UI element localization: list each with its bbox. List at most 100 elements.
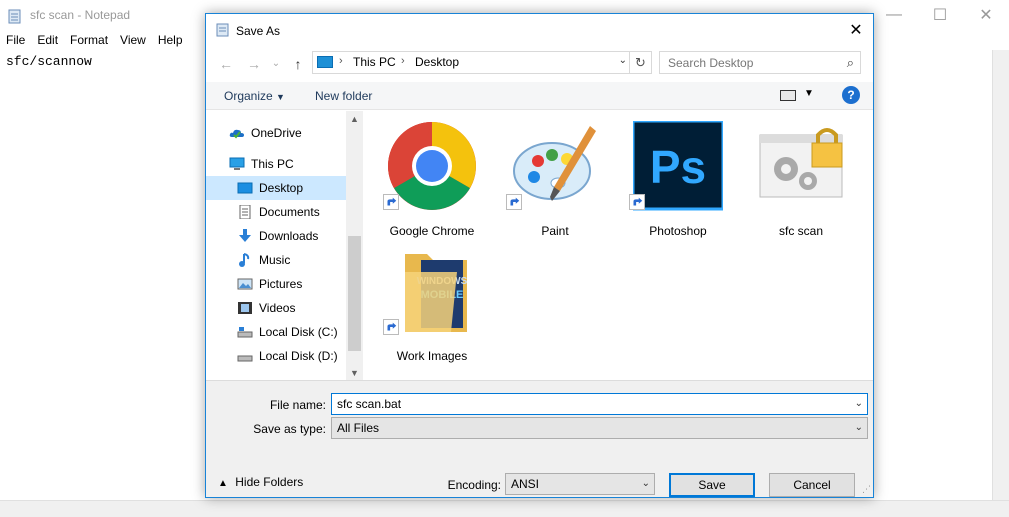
shortcut-arrow-icon (383, 319, 399, 335)
notepad-text-area[interactable]: sfc/scannow (6, 54, 92, 69)
file-label: Photoshop (649, 224, 707, 238)
chevron-down-icon[interactable]: ⌄ (855, 422, 863, 433)
nav-label: OneDrive (251, 126, 302, 140)
organize-button[interactable]: Organize ▼ (224, 89, 285, 103)
nav-label: Local Disk (D:) (259, 349, 338, 363)
nav-item-desktop[interactable]: Desktop (206, 176, 346, 200)
encoding-dropdown[interactable]: ANSI ⌄ (505, 473, 655, 495)
nav-label: Pictures (259, 277, 303, 291)
navigation-pane-scrollbar[interactable]: ▲ ▼ (346, 111, 363, 381)
menu-file[interactable]: File (0, 30, 31, 50)
help-icon[interactable]: ? (842, 86, 860, 104)
breadcrumb-this-pc[interactable]: This PC (353, 55, 396, 69)
maximize-button[interactable]: ☐ (917, 0, 963, 30)
scrollbar-thumb[interactable] (348, 236, 361, 351)
nav-item-music[interactable]: Music (206, 248, 346, 272)
notepad-title: sfc scan - Notepad (30, 8, 131, 22)
chrome-icon (388, 122, 476, 210)
chevron-right-icon[interactable]: › (401, 55, 405, 67)
dialog-close-button[interactable]: ✕ (839, 14, 873, 46)
menu-edit[interactable]: Edit (31, 30, 64, 50)
caret-down-icon[interactable]: ▼ (804, 88, 814, 99)
nav-item-local-disk-c[interactable]: Local Disk (C:) (206, 320, 346, 344)
save-as-type-dropdown[interactable]: All Files ⌄ (331, 417, 868, 439)
new-folder-button[interactable]: New folder (315, 89, 372, 103)
view-options-icon[interactable] (780, 90, 796, 101)
file-item-work-images[interactable]: WINDOWS MOBILE Work Images (377, 246, 487, 366)
file-label: sfc scan (778, 224, 823, 238)
pc-icon (229, 157, 245, 170)
documents-icon (239, 205, 251, 219)
file-item-paint[interactable]: Paint (500, 121, 610, 241)
recent-locations-icon[interactable]: ⌄ (266, 54, 286, 74)
encoding-value: ANSI (511, 477, 540, 491)
breadcrumb-desktop[interactable]: Desktop (415, 55, 459, 69)
nav-item-local-disk-d[interactable]: Local Disk (D:) (206, 344, 346, 368)
videos-icon (238, 302, 252, 314)
nav-label: Music (259, 253, 291, 267)
address-bar[interactable]: › This PC › Desktop ⌄ ↻ (312, 51, 652, 74)
nav-item-this-pc[interactable]: This PC (206, 152, 346, 176)
file-item-sfc-scan[interactable]: sfc scan (746, 121, 856, 241)
search-box[interactable]: Search Desktop ⌕ (659, 51, 861, 74)
up-arrow-icon[interactable]: ↑ (288, 54, 308, 74)
music-icon (239, 253, 250, 267)
caret-down-icon: ▼ (276, 92, 285, 102)
navigation-pane: OneDrive This PC Desktop Documents Downl… (206, 111, 363, 381)
nav-label: This PC (251, 157, 294, 171)
nav-label: Local Disk (C:) (259, 325, 338, 339)
file-name-value: sfc scan.bat (337, 397, 402, 411)
search-input[interactable]: Search Desktop (668, 56, 753, 70)
nav-label: Documents (259, 205, 320, 219)
drive-icon (237, 355, 253, 362)
svg-text:Ps: Ps (650, 141, 706, 193)
notepad-icon (216, 23, 229, 37)
file-item-photoshop[interactable]: Ps Photoshop (623, 121, 733, 241)
file-name-field[interactable]: sfc scan.bat ⌄ (331, 393, 868, 415)
save-options-panel: File name: sfc scan.bat ⌄ Save as type: … (206, 380, 873, 497)
chevron-up-icon: ▲ (218, 478, 228, 489)
nav-item-pictures[interactable]: Pictures (206, 272, 346, 296)
menu-format[interactable]: Format (64, 30, 114, 50)
desktop-icon (237, 182, 253, 194)
chevron-down-icon[interactable]: ⌄ (619, 55, 627, 66)
shortcut-arrow-icon (629, 194, 645, 210)
nav-label: Desktop (259, 181, 304, 195)
notepad-horizontal-scrollbar[interactable] (0, 500, 1009, 517)
chevron-down-icon[interactable]: ⌄ (642, 478, 650, 489)
downloads-icon (239, 229, 251, 242)
back-arrow-icon[interactable]: ← (216, 54, 236, 74)
forward-arrow-icon[interactable]: → (244, 54, 264, 74)
hide-folders-label: Hide Folders (235, 475, 304, 489)
dialog-title-bar: Save As ✕ (206, 14, 873, 46)
menu-view[interactable]: View (114, 30, 152, 50)
scroll-down-arrow-icon[interactable]: ▼ (346, 368, 363, 378)
pc-icon (317, 56, 333, 68)
resize-grip-icon[interactable]: ⋰ (862, 484, 871, 495)
encoding-label: Encoding: (447, 478, 501, 492)
nav-item-onedrive[interactable]: OneDrive (206, 121, 346, 145)
search-icon[interactable]: ⌕ (847, 55, 854, 71)
save-button[interactable]: Save (669, 473, 755, 497)
scroll-up-arrow-icon[interactable]: ▲ (346, 114, 363, 124)
close-button[interactable]: ✕ (963, 0, 1009, 30)
chevron-down-icon[interactable]: ⌄ (855, 398, 863, 409)
notepad-vertical-scrollbar[interactable] (992, 50, 1009, 500)
file-label: Paint (541, 224, 569, 238)
cancel-button[interactable]: Cancel (769, 473, 855, 497)
chevron-right-icon[interactable]: › (339, 55, 343, 67)
refresh-icon[interactable]: ↻ (629, 52, 651, 73)
nav-item-videos[interactable]: Videos (206, 296, 346, 320)
save-as-dialog: Save As ✕ ← → ⌄ ↑ › This PC › Desktop ⌄ … (205, 13, 874, 498)
save-as-type-label: Save as type: (253, 422, 326, 436)
file-item-google-chrome[interactable]: Google Chrome (377, 121, 487, 241)
save-as-type-value: All Files (337, 421, 380, 435)
hide-folders-button[interactable]: ▲ Hide Folders (218, 475, 303, 489)
file-label: Work Images (396, 349, 468, 363)
menu-help[interactable]: Help (152, 30, 189, 50)
onedrive-icon (229, 129, 244, 139)
nav-item-documents[interactable]: Documents (206, 200, 346, 224)
file-label: Google Chrome (389, 224, 475, 238)
minimize-button[interactable]: — (871, 0, 917, 30)
nav-item-downloads[interactable]: Downloads (206, 224, 346, 248)
